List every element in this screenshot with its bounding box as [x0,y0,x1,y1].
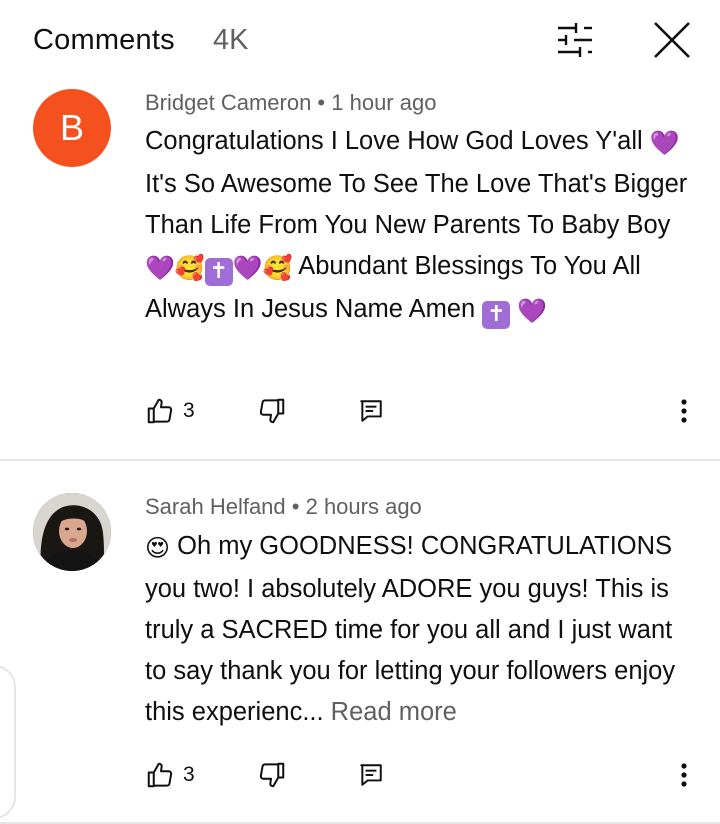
thumbs-up-icon [147,762,173,788]
comment-item: Sarah Helfand • 2 hours ago 😍 Oh my GOOD… [0,0,720,824]
comment-meta: Sarah Helfand • 2 hours ago [145,494,422,520]
dislike-button[interactable] [257,755,287,795]
heart-eyes-emoji: 😍 [145,534,171,562]
meta-separator: • [285,494,306,519]
comment-actions: 3 [0,755,720,795]
comment-author[interactable]: Sarah Helfand [145,494,286,519]
reply-icon [360,764,382,786]
more-button[interactable] [672,755,696,795]
like-button[interactable]: 3 [145,755,195,795]
read-more-link[interactable]: Read more [324,698,457,726]
avatar[interactable] [33,493,111,571]
side-panel-edge [0,665,16,819]
like-count: 3 [183,763,195,786]
comment-text: 😍 Oh my GOODNESS! CONGRATULATIONS you tw… [145,526,695,733]
profile-photo [33,493,111,571]
more-vert-icon [681,763,687,787]
thumbs-down-icon [259,762,285,788]
reply-button[interactable] [358,755,384,795]
comment-time: 2 hours ago [305,494,422,519]
